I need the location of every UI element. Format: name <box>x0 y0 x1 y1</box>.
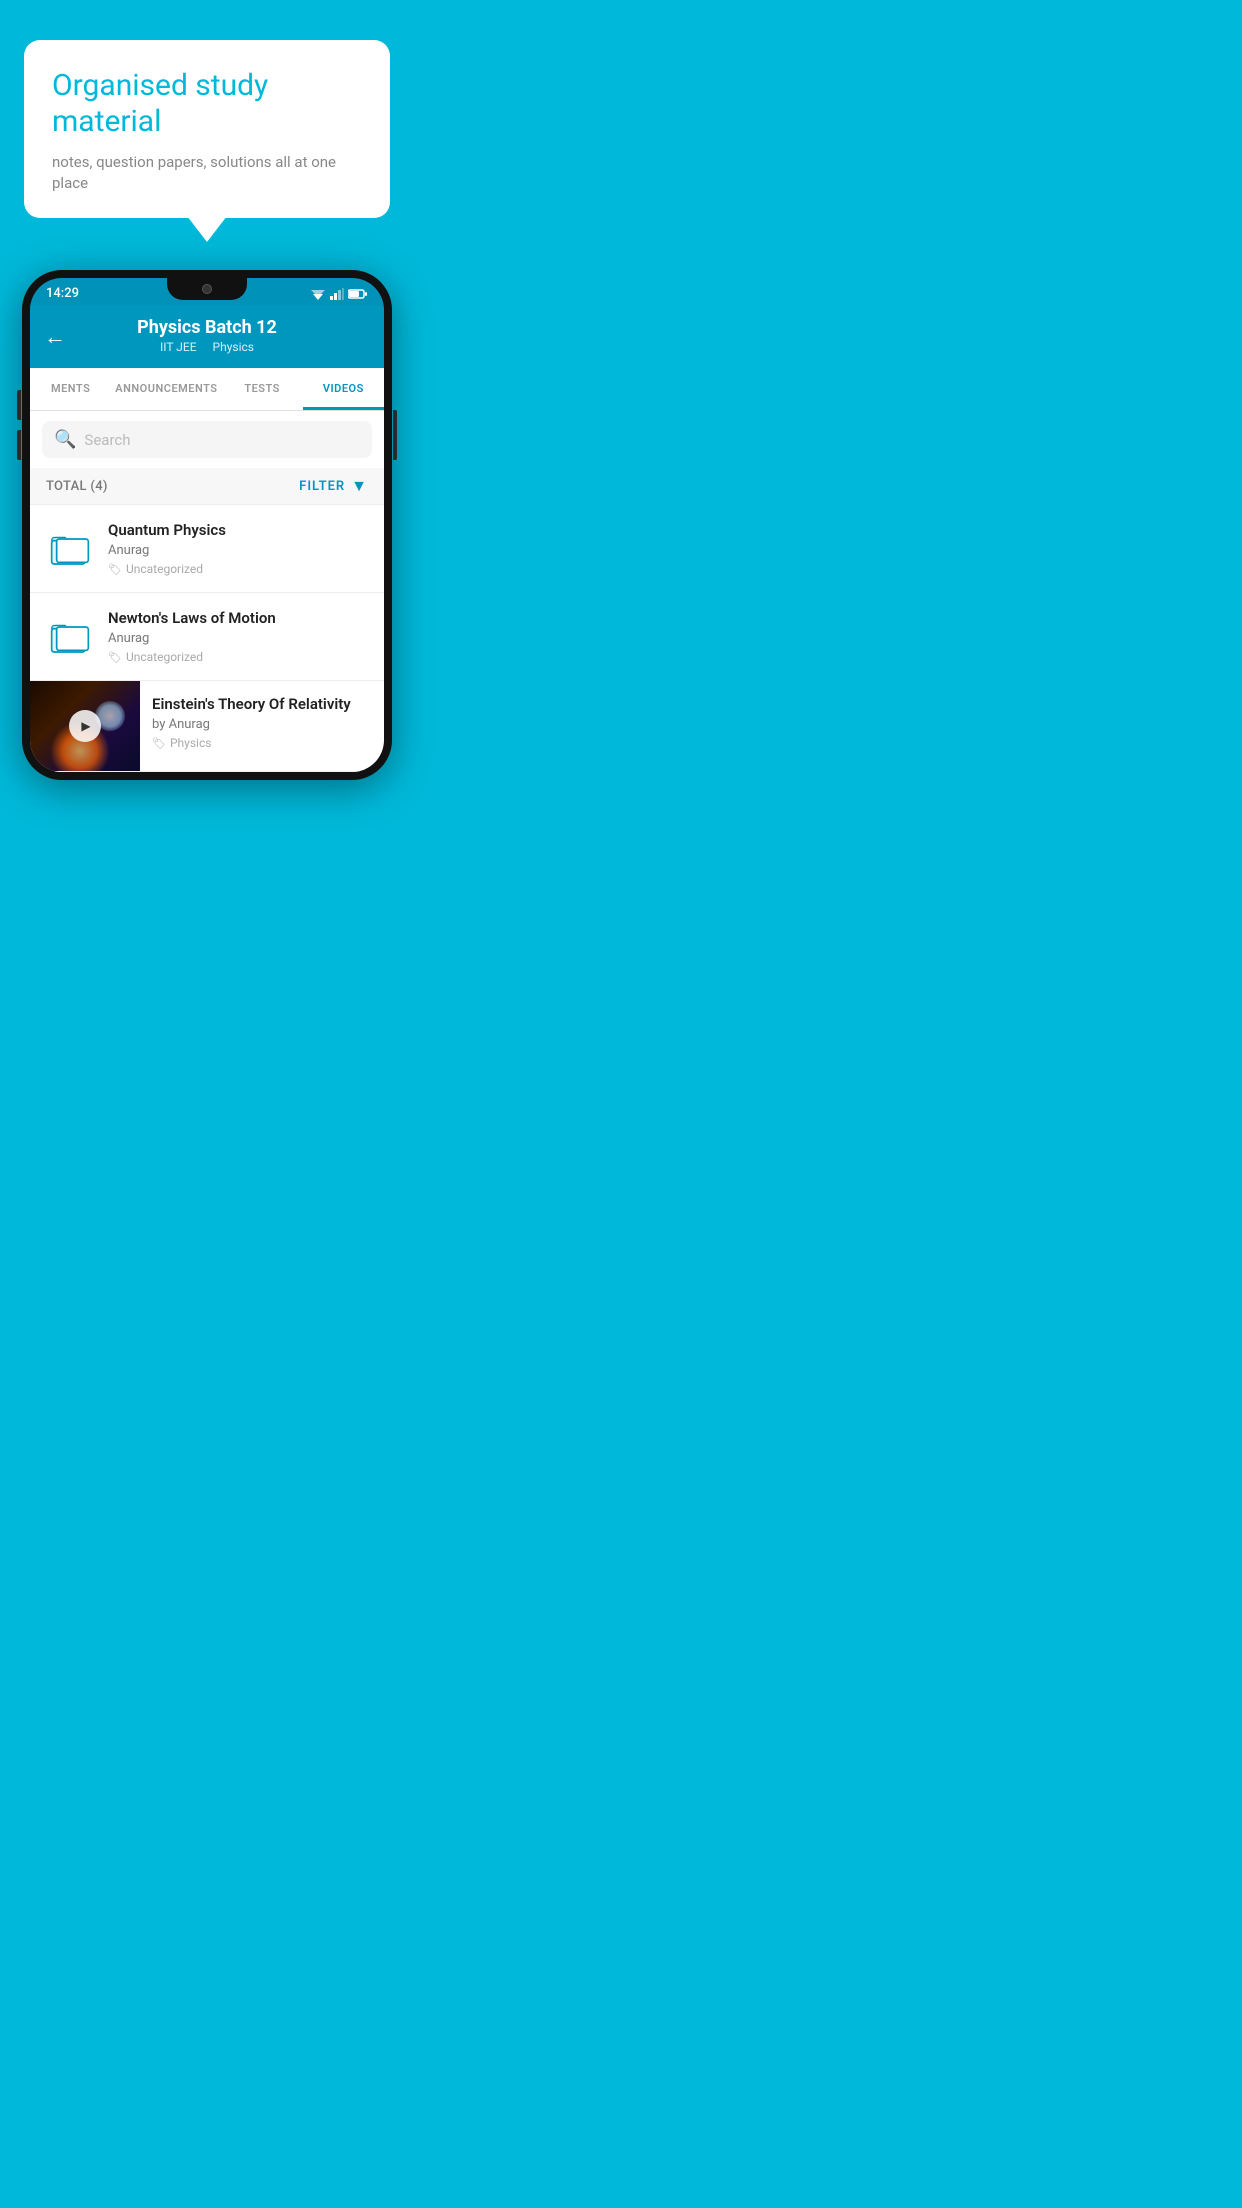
filter-label: FILTER <box>299 479 345 494</box>
video-category: 🏷 Uncategorized <box>108 562 368 576</box>
header-subtitle: IIT JEE Physics <box>160 340 254 354</box>
video-category: 🏷 Physics <box>152 736 372 750</box>
signal-icon <box>330 288 344 300</box>
back-button[interactable]: ← <box>44 324 66 350</box>
camera <box>202 284 212 294</box>
notch <box>167 278 247 300</box>
tab-tests[interactable]: TESTS <box>222 368 303 410</box>
status-time: 14:29 <box>46 286 79 301</box>
search-bar[interactable]: 🔍 Search <box>42 421 372 458</box>
category-label: Uncategorized <box>126 650 203 664</box>
status-icons <box>310 288 368 300</box>
phone-container: 14:29 <box>22 270 392 780</box>
folder-icon-quantum <box>46 522 94 576</box>
video-author: Anurag <box>108 543 368 558</box>
video-info-einstein: Einstein's Theory Of Relativity by Anura… <box>140 681 384 764</box>
app-header: ← Physics Batch 12 IIT JEE Physics <box>30 305 384 368</box>
battery-icon <box>348 288 368 300</box>
list-item[interactable]: Einstein's Theory Of Relativity by Anura… <box>30 681 384 772</box>
video-info-quantum: Quantum Physics Anurag 🏷 Uncategorized <box>108 521 368 576</box>
total-label: TOTAL (4) <box>46 479 108 494</box>
side-button-volume-down <box>17 430 21 460</box>
speech-bubble-section: Organised study material notes, question… <box>0 0 414 218</box>
tag-icon: 🏷 <box>152 737 166 750</box>
status-bar: 14:29 <box>30 278 384 305</box>
video-title: Newton's Laws of Motion <box>108 609 368 627</box>
tab-ments[interactable]: MENTS <box>30 368 111 410</box>
filter-button[interactable]: FILTER ▼ <box>299 476 368 496</box>
filter-icon: ▼ <box>351 476 368 496</box>
list-item[interactable]: Newton's Laws of Motion Anurag 🏷 Uncateg… <box>30 593 384 681</box>
wifi-icon <box>310 288 326 300</box>
header-title: Physics Batch 12 <box>137 317 277 338</box>
tag-icon: 🏷 <box>108 563 122 576</box>
video-thumbnail-einstein <box>30 681 140 771</box>
side-button-volume-up <box>17 390 21 420</box>
video-title: Quantum Physics <box>108 521 368 539</box>
category-label: Uncategorized <box>126 562 203 576</box>
video-info-newton: Newton's Laws of Motion Anurag 🏷 Uncateg… <box>108 609 368 664</box>
tabs-bar: MENTS ANNOUNCEMENTS TESTS VIDEOS <box>30 368 384 411</box>
tag-physics: Physics <box>213 340 254 354</box>
tab-announcements[interactable]: ANNOUNCEMENTS <box>111 368 221 410</box>
play-button[interactable] <box>69 710 101 742</box>
video-author: by Anurag <box>152 717 372 732</box>
search-input[interactable]: Search <box>84 431 360 449</box>
video-list: Quantum Physics Anurag 🏷 Uncategorized <box>30 505 384 772</box>
bubble-title: Organised study material <box>52 68 362 140</box>
filter-bar: TOTAL (4) FILTER ▼ <box>30 468 384 505</box>
tag-icon: 🏷 <box>108 651 122 664</box>
side-button-power <box>393 410 397 460</box>
tab-videos[interactable]: VIDEOS <box>303 368 384 410</box>
speech-bubble: Organised study material notes, question… <box>24 40 390 218</box>
bubble-subtitle: notes, question papers, solutions all at… <box>52 152 362 194</box>
list-item[interactable]: Quantum Physics Anurag 🏷 Uncategorized <box>30 505 384 593</box>
category-label: Physics <box>170 736 211 750</box>
phone: 14:29 <box>22 270 392 780</box>
search-icon: 🔍 <box>54 429 76 450</box>
search-bar-wrap: 🔍 Search <box>30 411 384 468</box>
video-category: 🏷 Uncategorized <box>108 650 368 664</box>
phone-mockup-wrap: 14:29 <box>0 270 414 780</box>
tag-iit-jee: IIT JEE <box>160 340 197 354</box>
video-title: Einstein's Theory Of Relativity <box>152 695 372 713</box>
folder-icon-newton <box>46 610 94 664</box>
video-author: Anurag <box>108 631 368 646</box>
